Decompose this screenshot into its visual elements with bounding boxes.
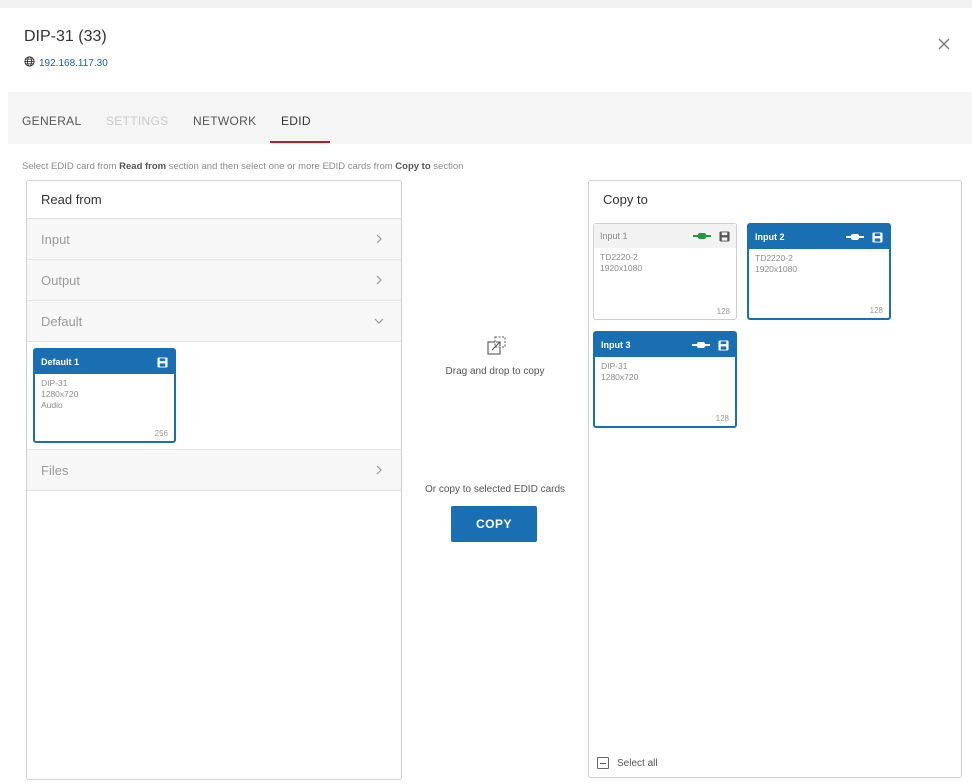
tab-bar: GENERAL SETTINGS NETWORK EDID xyxy=(8,92,972,144)
card-details: DIP-31 1280x720 xyxy=(595,357,735,387)
edid-card-input-2[interactable]: Input 2 TD2220-2 1920x1080 128 xyxy=(747,223,891,320)
connector-icon xyxy=(693,233,711,239)
copy-to-title: Copy to xyxy=(603,192,648,207)
card-line: 1280x720 xyxy=(601,372,639,382)
card-header: Input 1 xyxy=(594,224,736,248)
card-header: Default 1 xyxy=(35,350,174,374)
select-all-control[interactable]: Select all xyxy=(597,757,658,769)
card-details: TD2220-2 1920x1080 xyxy=(594,248,736,278)
tab-network[interactable]: NETWORK xyxy=(193,114,256,128)
drag-copy-icon xyxy=(487,336,506,355)
section-files[interactable]: Files xyxy=(27,450,401,491)
section-output-label: Output xyxy=(41,273,81,288)
card-name: Input 1 xyxy=(600,231,628,241)
chevron-down-icon xyxy=(374,318,384,324)
section-default-label: Default xyxy=(41,314,83,329)
chevron-right-icon xyxy=(376,234,382,244)
save-icon[interactable] xyxy=(719,230,730,242)
close-icon xyxy=(938,38,950,50)
edid-card-default-1[interactable]: Default 1 DIP-31 1280x720 Audio 256 xyxy=(33,348,176,443)
card-line: Audio xyxy=(41,400,63,410)
card-line: TD2220-2 xyxy=(600,252,638,262)
edid-card-input-3[interactable]: Input 3 DIP-31 1280x720 128 xyxy=(593,331,737,428)
device-ip: 192.168.117.30 xyxy=(24,54,108,72)
save-icon[interactable] xyxy=(718,339,729,351)
section-input-label: Input xyxy=(41,232,70,247)
copy-to-panel: Copy to Input 1 TD2220-2 1920x1080 128 I… xyxy=(588,180,962,778)
card-name: Input 2 xyxy=(755,232,785,242)
section-files-label: Files xyxy=(41,463,69,478)
card-header: Input 3 xyxy=(595,333,735,357)
copy-actions: Drag and drop to copy Or copy to selecte… xyxy=(402,180,588,780)
card-line: TD2220-2 xyxy=(755,253,793,263)
default-cards-area: Default 1 DIP-31 1280x720 Audio 256 xyxy=(27,342,401,450)
card-header: Input 2 xyxy=(749,225,889,249)
edid-card-input-1[interactable]: Input 1 TD2220-2 1920x1080 128 xyxy=(593,223,737,320)
card-line: DIP-31 xyxy=(41,378,68,388)
card-line: 1280x720 xyxy=(41,389,79,399)
card-details: TD2220-2 1920x1080 xyxy=(749,249,889,279)
save-icon[interactable] xyxy=(157,356,168,368)
chevron-right-icon xyxy=(376,465,382,475)
tab-general[interactable]: GENERAL xyxy=(22,114,81,128)
card-name: Default 1 xyxy=(41,357,80,367)
section-output[interactable]: Output xyxy=(27,260,401,301)
tab-settings: SETTINGS xyxy=(106,114,169,128)
connector-icon xyxy=(692,342,710,348)
card-size: 128 xyxy=(715,414,729,423)
device-title: DIP-31 (33) xyxy=(24,28,107,45)
drag-drop-label: Drag and drop to copy xyxy=(445,366,545,377)
ip-address[interactable]: 192.168.117.30 xyxy=(39,58,108,69)
read-from-panel: Read from Input Output Default Default 1 xyxy=(26,180,402,780)
read-from-title: Read from xyxy=(27,181,401,219)
tab-edid[interactable]: EDID xyxy=(281,114,311,128)
top-strip xyxy=(0,0,972,8)
card-line: DIP-31 xyxy=(601,361,628,371)
card-size: 128 xyxy=(869,306,883,315)
chevron-right-icon xyxy=(376,275,382,285)
connector-icon xyxy=(846,234,864,240)
active-tab-indicator xyxy=(270,141,330,143)
globe-icon xyxy=(24,54,35,72)
copy-selected-label: Or copy to selected EDID cards xyxy=(424,484,566,495)
section-default[interactable]: Default xyxy=(27,301,401,342)
close-button[interactable] xyxy=(934,34,954,54)
card-line: 1920x1080 xyxy=(600,263,643,273)
card-size: 128 xyxy=(716,307,730,316)
select-all-checkbox[interactable] xyxy=(597,757,609,769)
card-details: DIP-31 1280x720 Audio xyxy=(35,374,174,415)
section-input[interactable]: Input xyxy=(27,219,401,260)
card-name: Input 3 xyxy=(601,340,631,350)
instructions-text: Select EDID card from Read from section … xyxy=(22,161,464,172)
card-line: 1920x1080 xyxy=(755,264,798,274)
copy-button[interactable]: COPY xyxy=(451,506,537,542)
card-size: 256 xyxy=(154,429,168,438)
device-dialog: DIP-31 (33) 192.168.117.30 GENERAL SETTI… xyxy=(8,8,972,784)
select-all-label: Select all xyxy=(617,757,658,769)
save-icon[interactable] xyxy=(872,231,883,243)
